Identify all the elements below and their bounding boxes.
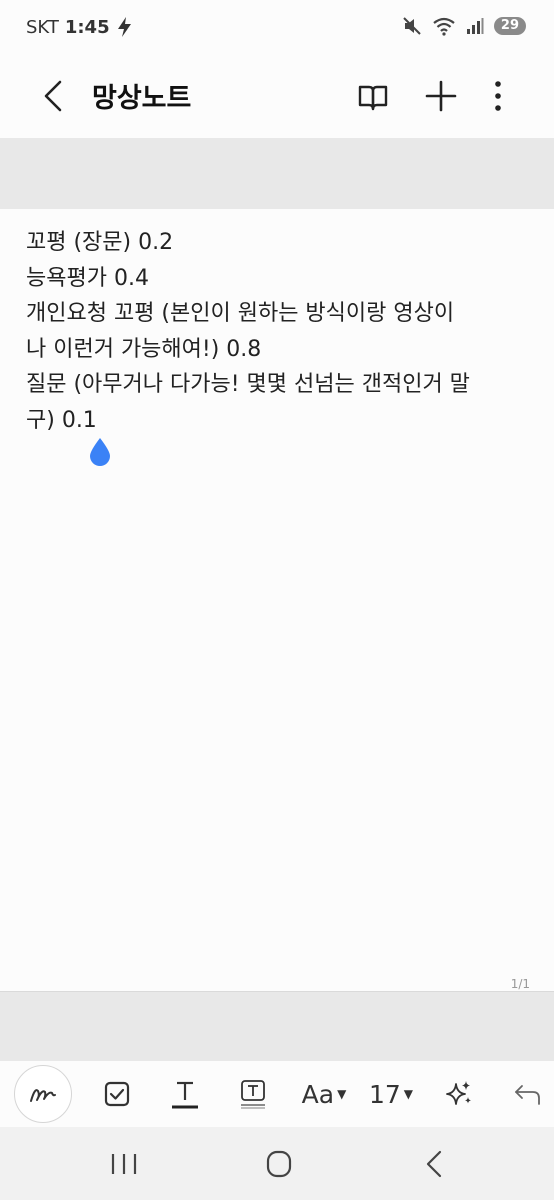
font-style-button[interactable]: Aa ▼	[298, 1077, 350, 1111]
undo-icon	[515, 1085, 540, 1105]
home-icon[interactable]	[259, 1147, 299, 1181]
add-icon[interactable]	[423, 78, 459, 114]
more-options-icon[interactable]	[484, 78, 512, 114]
note-line: 꼬평 (장문) 0.2	[26, 230, 174, 255]
undo-button[interactable]	[512, 1077, 542, 1111]
text-style-button[interactable]	[170, 1077, 200, 1111]
battery-indicator: 29	[493, 17, 526, 35]
status-left: SKT 1:45	[26, 16, 134, 38]
font-size-label: 17	[368, 1079, 401, 1109]
status-right: 29	[402, 16, 526, 36]
editor-toolbar: Aa ▼ 17 ▼	[0, 1061, 554, 1127]
handwriting-button[interactable]	[14, 1065, 72, 1123]
note-text[interactable]: 꼬평 (장문) 0.2 능욕평가 0.4 개인요청 꼬평 (본인이 원하는 방식…	[26, 225, 536, 438]
back-nav-icon[interactable]	[414, 1147, 454, 1181]
note-line: 능욕평가 0.4	[26, 265, 149, 291]
recent-apps-icon[interactable]	[104, 1147, 144, 1181]
sparkle-icon	[446, 1081, 471, 1105]
page-title: 망상노트	[92, 83, 192, 114]
lightning-icon	[117, 17, 131, 37]
page-margin-top	[0, 138, 554, 209]
text-cursor-handle[interactable]	[88, 437, 112, 467]
ai-assist-button[interactable]	[444, 1077, 474, 1111]
pen-signature-icon	[30, 1089, 56, 1102]
wifi-icon	[433, 17, 455, 36]
checkbox-icon	[104, 1081, 130, 1107]
status-bar: SKT 1:45 29	[0, 0, 554, 56]
font-style-label: Aa	[301, 1079, 335, 1109]
signal-icon	[466, 18, 484, 34]
carrier-label: SKT	[26, 16, 59, 38]
checkbox-button[interactable]	[102, 1077, 132, 1111]
mute-icon	[403, 17, 421, 35]
text-box-icon	[241, 1080, 265, 1109]
note-line: 개인요청 꼬평 (본인이 원하는 방식이랑 영상이	[26, 301, 455, 326]
reading-mode-icon[interactable]	[356, 80, 390, 114]
page-indicator: 1/1	[510, 977, 530, 991]
text-box-button[interactable]	[238, 1077, 268, 1111]
note-editor[interactable]: 꼬평 (장문) 0.2 능욕평가 0.4 개인요청 꼬평 (본인이 원하는 방식…	[0, 209, 554, 991]
dropdown-caret-icon: ▼	[403, 1087, 414, 1101]
app-bar: 망상노트	[0, 56, 554, 138]
note-line: 나 이런거 가능해여!) 0.8	[26, 336, 262, 362]
dropdown-caret-icon: ▼	[337, 1087, 347, 1101]
back-arrow-icon[interactable]	[36, 78, 72, 114]
note-line: 구) 0.1	[26, 407, 97, 433]
clock: 1:45	[64, 16, 110, 38]
font-size-button[interactable]: 17 ▼	[368, 1077, 414, 1111]
system-nav-bar	[0, 1127, 554, 1200]
note-line: 질문 (아무거나 다가능! 몇몇 선넘는 갠적인거 말	[26, 372, 470, 397]
page-margin-bottom	[0, 991, 554, 1061]
text-format-icon	[172, 1081, 198, 1109]
